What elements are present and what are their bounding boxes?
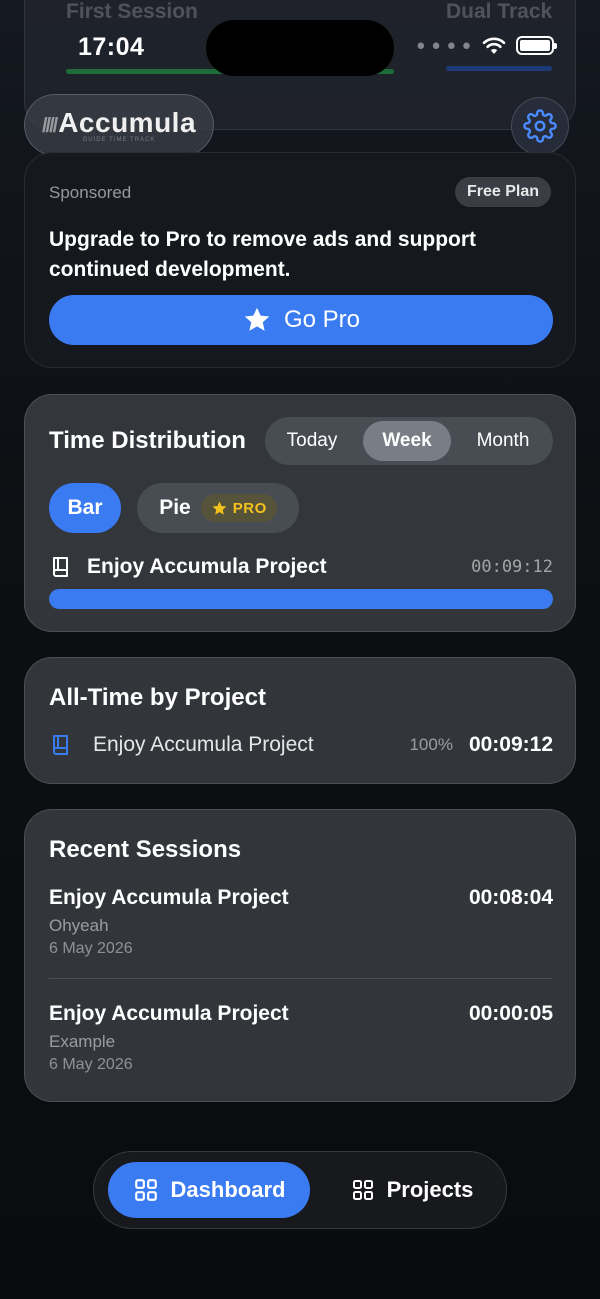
logo-tagline: GUIDE TIME TRACK [82,137,156,143]
battery-icon [516,36,557,55]
pro-badge-label: PRO [232,499,267,517]
recent-sessions-card: Recent Sessions Enjoy Accumula Project 0… [24,809,576,1102]
session-divider [49,978,553,979]
range-segmented-control: Today Week Month [265,417,553,465]
time-distribution-card: Time Distribution Today Week Month Bar P… [24,394,576,632]
all-time-card: All-Time by Project Enjoy Accumula Proje… [24,657,576,784]
session-item[interactable]: Enjoy Accumula Project 00:00:05 Example … [49,1002,553,1074]
tab-projects-label: Projects [386,1177,474,1202]
distribution-bar-track [49,589,553,609]
time-distribution-title: Time Distribution [49,427,246,454]
range-month[interactable]: Month [457,421,549,461]
chart-type-pie-label: Pie [159,496,191,519]
all-time-duration: 00:09:12 [468,733,553,756]
grid-icon [352,1180,373,1200]
chart-type-pie[interactable]: Pie PRO [137,483,299,533]
session-duration: 00:00:05 [468,1002,553,1025]
session-date: 6 May 2026 [49,1056,133,1073]
sponsored-label: Sponsored [49,183,132,202]
wifi-icon [482,37,506,54]
session-date: 6 May 2026 [49,940,133,957]
status-time: 17:04 [78,33,145,61]
go-pro-button[interactable]: Go Pro [49,295,553,345]
gear-icon [523,109,557,143]
logo-text: Accumula [58,107,197,138]
cellular-signal-icon: ● ● ● ● [416,37,472,54]
star-icon [244,307,270,331]
dashboard-screen: First Session Dual Track 17:04 ● ● ● ● /… [0,0,600,1299]
scrolled-card-left-title: First Session [66,0,198,23]
tab-bar: Dashboard Projects [93,1151,507,1229]
status-icons: ● ● ● ● [416,36,557,55]
chart-type-bar[interactable]: Bar [49,483,121,533]
all-time-project-name: Enjoy Accumula Project [93,733,314,756]
all-time-percent: 100% [409,735,453,754]
range-today[interactable]: Today [269,421,355,461]
scrolled-card-right-title: Dual Track [446,0,553,23]
settings-button[interactable] [511,97,569,155]
session-note: Ohyeah [49,916,109,935]
book-icon [53,735,68,755]
go-pro-label: Go Pro [283,306,361,333]
distribution-project-time: 00:09:12 [471,557,553,577]
distribution-row: Enjoy Accumula Project 00:09:12 [49,553,553,581]
app-logo[interactable]: ////Accumula GUIDE TIME TRACK [24,94,214,156]
distribution-project-name: Enjoy Accumula Project [87,555,327,578]
sponsored-card: Sponsored Free Plan Upgrade to Pro to re… [24,152,576,368]
pro-badge: PRO [200,494,277,522]
recent-sessions-title: Recent Sessions [49,836,242,863]
session-duration: 00:08:04 [468,886,553,909]
all-time-title: All-Time by Project [49,684,266,711]
tab-dashboard-label: Dashboard [170,1177,286,1202]
grid-icon [134,1179,157,1201]
tab-projects[interactable]: Projects [330,1162,494,1218]
all-time-row[interactable]: Enjoy Accumula Project 100% 00:09:12 [49,730,553,760]
distribution-bar-fill [49,589,553,609]
scrolled-progress-blue [446,66,552,71]
sponsored-message: Upgrade to Pro to remove ads and support… [49,228,477,281]
tab-dashboard[interactable]: Dashboard [108,1162,310,1218]
session-note: Example [49,1032,116,1051]
session-item[interactable]: Enjoy Accumula Project 00:08:04 Ohyeah 6… [49,886,553,958]
dynamic-island [206,20,394,76]
logo-slashes-icon: //// [41,115,58,137]
plan-badge: Free Plan [454,177,551,207]
book-icon [53,557,68,577]
star-icon [212,501,227,515]
range-week[interactable]: Week [363,421,451,461]
